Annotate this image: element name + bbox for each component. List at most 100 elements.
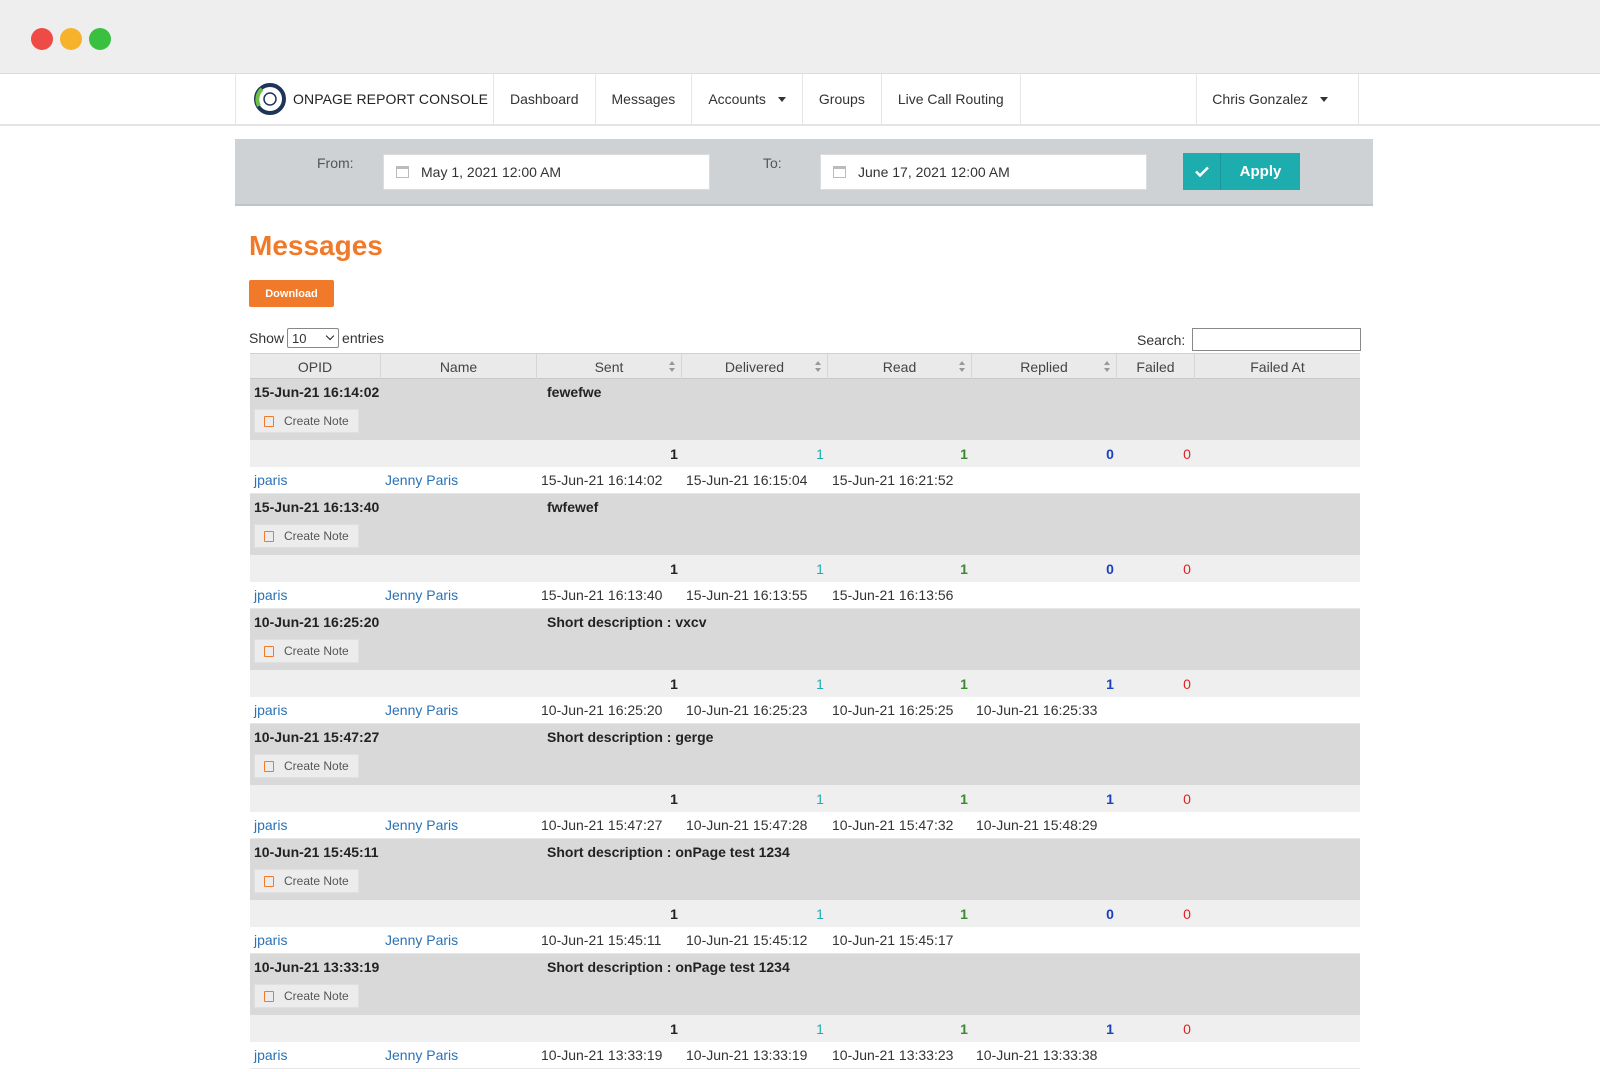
message-text: Short description : onPage test 1234 — [547, 959, 790, 975]
sort-icon — [1104, 361, 1111, 372]
opid-link[interactable]: jparis — [254, 702, 287, 718]
message-summary-row: 15-Jun-21 16:14:02 fewefwe Create Note — [250, 379, 1360, 440]
recipient-name-link[interactable]: Jenny Paris — [385, 817, 458, 833]
create-note-label: Create Note — [284, 989, 349, 1003]
maximize-window-button[interactable] — [89, 28, 111, 50]
delivered-count: 1 — [816, 906, 824, 922]
sent-time: 15-Jun-21 16:14:02 — [541, 472, 663, 488]
sent-count: 1 — [670, 906, 678, 922]
close-window-button[interactable] — [31, 28, 53, 50]
brand[interactable]: ONPAGE REPORT CONSOLE — [253, 80, 488, 118]
opid-link[interactable]: jparis — [254, 817, 287, 833]
from-label: From: — [317, 155, 354, 171]
column-header-delivered[interactable]: Delivered — [682, 354, 828, 379]
delivered-count: 1 — [816, 676, 824, 692]
message-summary-row: 15-Jun-21 16:13:40 fwfewef Create Note — [250, 494, 1360, 555]
message-counts-row: 1 1 1 0 0 — [250, 555, 1360, 582]
delivered-count: 1 — [816, 791, 824, 807]
messages-table: OPID Name Sent Delivered Read Replied Fa… — [250, 353, 1360, 1069]
opid-link[interactable]: jparis — [254, 472, 287, 488]
message-counts-row: 1 1 1 1 0 — [250, 670, 1360, 697]
search-input[interactable] — [1192, 328, 1362, 351]
read-count: 1 — [960, 1021, 968, 1037]
recipient-row: jparis Jenny Paris 15-Jun-21 16:13:40 15… — [250, 582, 1360, 609]
message-summary-row: 10-Jun-21 16:25:20 Short description : v… — [250, 609, 1360, 670]
message-counts-row: 1 1 1 1 0 — [250, 1015, 1360, 1042]
sent-time: 10-Jun-21 16:25:20 — [541, 702, 663, 718]
create-note-button[interactable]: Create Note — [254, 754, 359, 778]
from-date-input[interactable]: May 1, 2021 12:00 AM — [383, 154, 710, 190]
nav-item-groups[interactable]: Groups — [801, 74, 881, 124]
recipient-name-link[interactable]: Jenny Paris — [385, 932, 458, 948]
message-counts-row: 1 1 1 0 0 — [250, 440, 1360, 467]
failed-count: 0 — [1183, 906, 1191, 922]
note-icon — [264, 415, 274, 427]
column-header-read[interactable]: Read — [828, 354, 972, 379]
message-timestamp: 10-Jun-21 15:47:27 — [254, 729, 380, 745]
read-count: 1 — [960, 791, 968, 807]
table-body: 15-Jun-21 16:14:02 fewefwe Create Note 1… — [250, 379, 1360, 1069]
sent-count: 1 — [670, 1021, 678, 1037]
sort-icon — [669, 361, 676, 372]
nav-item-accounts[interactable]: Accounts — [691, 74, 802, 124]
note-icon — [264, 760, 274, 772]
sent-count: 1 — [670, 791, 678, 807]
message-text: Short description : gerge — [547, 729, 714, 745]
create-note-button[interactable]: Create Note — [254, 409, 359, 433]
column-label: Read — [882, 358, 917, 375]
create-note-button[interactable]: Create Note — [254, 984, 359, 1008]
date-filter-bar: From: May 1, 2021 12:00 AM To: June 17, … — [235, 139, 1373, 206]
read-count: 1 — [960, 906, 968, 922]
create-note-button[interactable]: Create Note — [254, 639, 359, 663]
sent-count: 1 — [670, 446, 678, 462]
replied-count: 1 — [1106, 676, 1114, 692]
column-header-failed[interactable]: Failed — [1117, 354, 1195, 379]
recipient-name-link[interactable]: Jenny Paris — [385, 702, 458, 718]
user-menu[interactable]: Chris Gonzalez — [1196, 74, 1358, 124]
apply-button[interactable]: Apply — [1183, 153, 1300, 190]
nav-item-messages[interactable]: Messages — [594, 74, 692, 124]
replied-count: 0 — [1106, 446, 1114, 462]
column-header-name[interactable]: Name — [381, 354, 537, 379]
calendar-icon — [396, 166, 409, 178]
opid-link[interactable]: jparis — [254, 1047, 287, 1063]
opid-link[interactable]: jparis — [254, 932, 287, 948]
recipient-name-link[interactable]: Jenny Paris — [385, 1047, 458, 1063]
download-button[interactable]: Download — [249, 280, 334, 307]
column-header-opid[interactable]: OPID — [250, 354, 381, 379]
delivered-time: 15-Jun-21 16:15:04 — [686, 472, 808, 488]
column-label: Replied — [1020, 358, 1068, 375]
caret-down-icon — [777, 96, 786, 102]
nav-label: Accounts — [708, 91, 766, 107]
brand-name: ONPAGE REPORT CONSOLE — [293, 91, 489, 107]
recipient-name-link[interactable]: Jenny Paris — [385, 472, 458, 488]
delivered-time: 10-Jun-21 15:47:28 — [686, 817, 808, 833]
recipient-row: jparis Jenny Paris 10-Jun-21 16:25:20 10… — [250, 697, 1360, 724]
recipient-name-link[interactable]: Jenny Paris — [385, 587, 458, 603]
create-note-button[interactable]: Create Note — [254, 869, 359, 893]
column-label: OPID — [297, 358, 333, 375]
nav-label: Live Call Routing — [897, 91, 1004, 107]
nav-label: Messages — [611, 91, 676, 107]
column-header-failed-at[interactable]: Failed At — [1195, 354, 1360, 379]
opid-link[interactable]: jparis — [254, 587, 287, 603]
failed-count: 0 — [1183, 561, 1191, 577]
nav-item-live-call-routing[interactable]: Live Call Routing — [880, 74, 1021, 124]
message-timestamp: 15-Jun-21 16:13:40 — [254, 499, 380, 515]
nav-item-dashboard[interactable]: Dashboard — [493, 74, 595, 124]
column-header-replied[interactable]: Replied — [972, 354, 1117, 379]
table-search: Search: — [1137, 328, 1362, 351]
message-group: 15-Jun-21 16:13:40 fwfewef Create Note 1… — [250, 494, 1360, 609]
read-count: 1 — [960, 446, 968, 462]
entries-per-page-select[interactable]: 10 — [287, 328, 340, 348]
recipient-row: jparis Jenny Paris 15-Jun-21 16:14:02 15… — [250, 467, 1360, 494]
create-note-button[interactable]: Create Note — [254, 524, 359, 548]
minimize-window-button[interactable] — [60, 28, 82, 50]
column-header-sent[interactable]: Sent — [537, 354, 682, 379]
column-label: Delivered — [724, 358, 785, 375]
to-date-input[interactable]: June 17, 2021 12:00 AM — [820, 154, 1147, 190]
message-group: 10-Jun-21 15:45:11 Short description : o… — [250, 839, 1360, 954]
read-count: 1 — [960, 676, 968, 692]
message-text: fewefwe — [547, 384, 602, 400]
sent-time: 10-Jun-21 13:33:19 — [541, 1047, 663, 1063]
